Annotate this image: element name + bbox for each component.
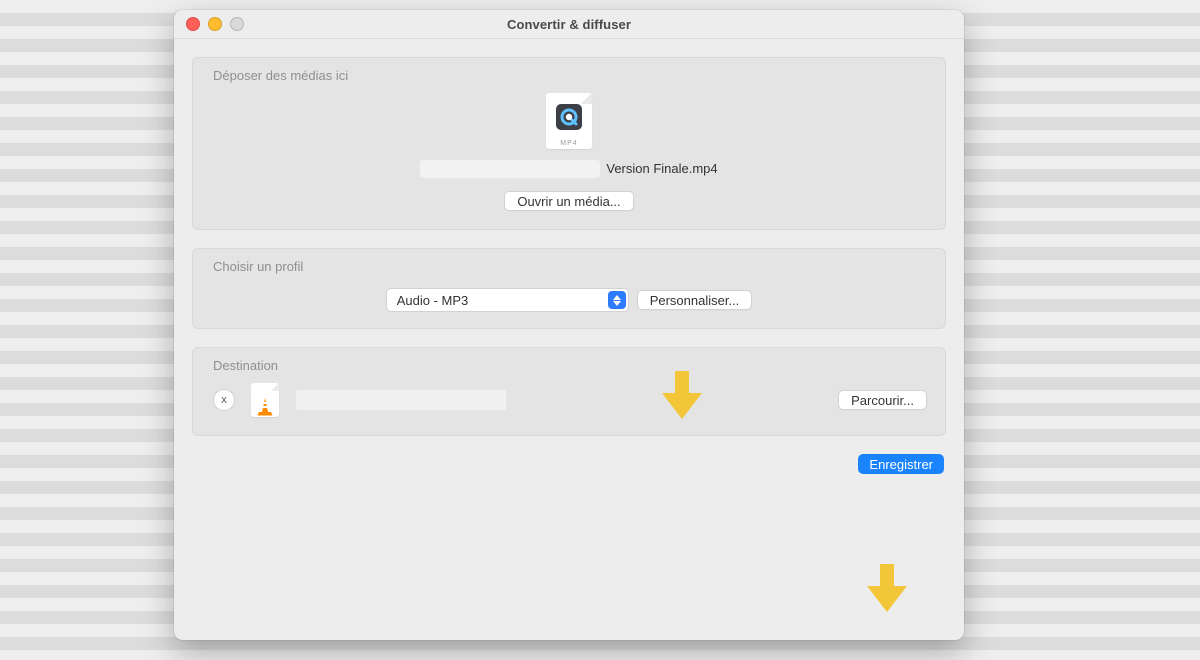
window-title: Convertir & diffuser — [507, 17, 631, 32]
vlc-cone-icon — [257, 397, 273, 417]
title-bar: Convertir & diffuser — [174, 10, 964, 39]
file-type-badge: MP4 — [546, 140, 592, 147]
clear-destination-button[interactable]: x — [213, 389, 235, 411]
destination-group: Destination x Parcourir... — [192, 347, 946, 436]
destination-path-field[interactable] — [295, 389, 507, 411]
window-controls — [186, 17, 244, 31]
minimize-icon[interactable] — [208, 17, 222, 31]
media-file-thumbnail[interactable]: MP4 — [546, 93, 592, 149]
profile-select-value: Audio - MP3 — [397, 293, 469, 308]
convert-stream-window: Convertir & diffuser Déposer des médias … — [174, 10, 964, 640]
profile-title: Choisir un profil — [213, 259, 927, 274]
media-file-name: Version Finale.mp4 — [606, 159, 717, 179]
profile-group: Choisir un profil Audio - MP3 Personnali… — [192, 248, 946, 329]
destination-file-thumbnail — [251, 383, 279, 417]
quicktime-icon — [556, 104, 582, 130]
window-content: Déposer des médias ici MP4 Vers — [174, 39, 964, 492]
drop-zone-group: Déposer des médias ici MP4 Vers — [192, 57, 946, 230]
chevron-updown-icon — [608, 291, 626, 309]
customize-profile-button[interactable]: Personnaliser... — [637, 290, 753, 310]
save-button[interactable]: Enregistrer — [858, 454, 944, 474]
close-icon[interactable] — [186, 17, 200, 31]
drop-zone-title: Déposer des médias ici — [213, 68, 927, 83]
annotation-arrow-icon — [867, 564, 907, 612]
drop-zone-center[interactable]: MP4 Version Finale.mp4 Ouvrir un média..… — [211, 93, 927, 211]
open-media-button[interactable]: Ouvrir un média... — [504, 191, 633, 211]
destination-title: Destination — [213, 358, 927, 373]
file-path-placeholder — [420, 160, 600, 178]
profile-select[interactable]: Audio - MP3 — [386, 288, 629, 312]
browse-button[interactable]: Parcourir... — [838, 390, 927, 410]
zoom-icon — [230, 17, 244, 31]
